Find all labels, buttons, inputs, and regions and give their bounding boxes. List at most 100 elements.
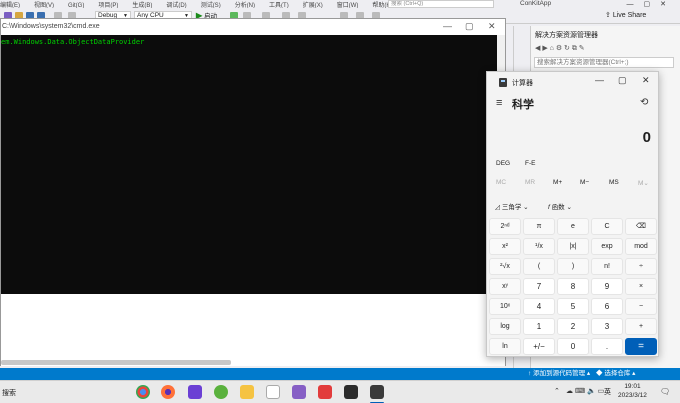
e-button[interactable]: e — [557, 218, 589, 235]
angle-unit-button[interactable]: DEG — [496, 160, 510, 167]
log-button[interactable]: log — [489, 318, 521, 335]
trig-label: 三角学 — [501, 204, 522, 211]
vs-search-input[interactable]: 搜索 (Ctrl+Q) — [388, 0, 494, 8]
abs-button[interactable]: |x| — [557, 238, 589, 255]
digit-9-button[interactable]: 9 — [591, 278, 623, 295]
memory-button[interactable]: M− — [580, 179, 589, 186]
reciprocal-button[interactable]: ¹/x — [523, 238, 555, 255]
minus-button[interactable]: − — [625, 298, 657, 315]
triangle-icon: ◿ — [495, 204, 500, 211]
digit-7-button[interactable]: 7 — [523, 278, 555, 295]
clock[interactable]: 19:01 2023/3/12 — [618, 382, 647, 400]
memory-button: MC — [496, 179, 507, 186]
solution-explorer-toolbar[interactable]: ◀ ▶ ⌂ ⚙ ↻ ⧉ ✎ — [535, 44, 585, 53]
decimal-button[interactable]: . — [591, 338, 623, 355]
live-share-label: Live Share — [612, 12, 647, 19]
close-icon[interactable]: ✕ — [642, 75, 650, 86]
solution-explorer-search[interactable]: 搜索解决方案资源管理器(Ctrl+;) — [534, 57, 674, 68]
ten-power-button[interactable]: 10ˣ — [489, 298, 521, 315]
app-icon[interactable] — [214, 385, 228, 399]
cmd-console[interactable]: em.Windows.Data.ObjectDataProvider — [1, 35, 505, 294]
cmd-horizontal-scrollbar[interactable] — [1, 360, 231, 365]
divide-button[interactable]: ÷ — [625, 258, 657, 275]
negate-button[interactable]: +/− — [523, 338, 555, 355]
close-icon[interactable]: ✕ — [488, 21, 496, 32]
live-share-icon: ⇪ — [605, 12, 611, 19]
cmd-titlebar[interactable]: C:\Windows\system32\cmd.exe — ▢ ✕ — [1, 19, 505, 35]
visual-studio-icon[interactable] — [292, 385, 306, 399]
calc-mode-title: 科学 — [512, 99, 534, 111]
calculator-window: 计算器 — ▢ ✕ ≡ 科学 ⟲ 0 DEG F-E MC MR M+ M− MS M⌄ … — [486, 71, 659, 357]
plus-button[interactable]: + — [625, 318, 657, 335]
vs-solution-name: ConKitApp — [520, 0, 552, 7]
calc-titlebar[interactable]: 计算器 — ▢ ✕ — [487, 72, 658, 92]
minimize-icon[interactable]: — — [595, 75, 604, 85]
maximize-icon[interactable]: ▢ — [465, 21, 474, 32]
digit-0-button[interactable]: 0 — [557, 338, 589, 355]
memory-button: M⌄ — [638, 180, 649, 187]
trigonometry-dropdown[interactable]: ◿ 三角学 ⌄ — [495, 201, 529, 211]
calculator-app-icon — [499, 78, 507, 87]
digit-4-button[interactable]: 4 — [523, 298, 555, 315]
chrome-icon[interactable] — [136, 385, 150, 399]
digit-8-button[interactable]: 8 — [557, 278, 589, 295]
function-icon: f — [548, 204, 550, 211]
app-icon[interactable] — [188, 385, 202, 399]
clear-button[interactable]: C — [591, 218, 623, 235]
file-explorer-icon[interactable] — [240, 385, 254, 399]
digit-6-button[interactable]: 6 — [591, 298, 623, 315]
cmd-window: C:\Windows\system32\cmd.exe — ▢ ✕ em.Win… — [0, 18, 506, 366]
maximize-icon[interactable]: ▢ — [618, 75, 627, 86]
tray-icons[interactable]: ☁ ⌨ 🔈 ▭ — [566, 387, 604, 395]
digit-5-button[interactable]: 5 — [557, 298, 589, 315]
solution-explorer-title: 解决方案资源管理器 — [535, 32, 598, 39]
tray-overflow-icon[interactable]: ⌃ — [554, 387, 560, 395]
cmd-lower-area — [1, 294, 505, 366]
ime-indicator[interactable]: 英 — [604, 387, 611, 397]
select-repo-button[interactable]: ◆ 选择仓库 ▴ — [596, 368, 635, 380]
fe-toggle-button[interactable]: F-E — [525, 160, 535, 167]
vs-menubar: 编辑(E) 视图(V) Git(G) 项目(P) 生成(B) 调试(D) 测试(S) 分析(N… — [0, 0, 680, 8]
terminal-icon[interactable] — [344, 385, 358, 399]
factorial-button[interactable]: n! — [591, 258, 623, 275]
digit-1-button[interactable]: 1 — [523, 318, 555, 335]
select-repo-label: 选择仓库 — [604, 370, 631, 377]
calc-display: 0 — [642, 129, 651, 146]
exp-button[interactable]: exp — [591, 238, 623, 255]
close-paren-button[interactable]: ) — [557, 258, 589, 275]
clock-time: 19:01 — [624, 383, 641, 390]
taskbar-search[interactable]: 搜索 — [2, 388, 16, 398]
minimize-icon[interactable]: — — [443, 21, 452, 31]
open-paren-button[interactable]: ( — [523, 258, 555, 275]
backspace-button[interactable]: ⌫ — [625, 218, 657, 235]
firefox-icon[interactable] — [161, 385, 175, 399]
equals-button[interactable]: = — [625, 338, 657, 355]
square-button[interactable]: x² — [489, 238, 521, 255]
function-dropdown[interactable]: f 函数 ⌄ — [548, 201, 572, 211]
sqrt-button[interactable]: ²√x — [489, 258, 521, 275]
source-control-button[interactable]: ↑ 添加到源代码管理 ▴ — [528, 368, 590, 380]
calc-title: 计算器 — [512, 80, 533, 87]
live-share-button[interactable]: ⇪ Live Share — [605, 11, 646, 19]
vs-window-controls[interactable]: —▢✕ — [627, 0, 676, 8]
digit-3-button[interactable]: 3 — [591, 318, 623, 335]
second-button[interactable]: 2ⁿᵈ — [489, 218, 521, 235]
hamburger-menu-icon[interactable]: ≡ — [496, 97, 502, 109]
ln-button[interactable]: ln — [489, 338, 521, 355]
memory-button[interactable]: MS — [609, 179, 619, 186]
multiply-button[interactable]: × — [625, 278, 657, 295]
typora-icon[interactable] — [266, 385, 280, 399]
cmd-title: C:\Windows\system32\cmd.exe — [2, 23, 100, 30]
pdf-reader-icon[interactable] — [318, 385, 332, 399]
power-button[interactable]: xʸ — [489, 278, 521, 295]
mod-button[interactable]: mod — [625, 238, 657, 255]
notification-icon[interactable]: 🗨 — [660, 387, 670, 396]
calculator-taskbar-icon[interactable] — [370, 385, 384, 399]
history-icon[interactable]: ⟲ — [640, 97, 648, 108]
memory-button[interactable]: M+ — [553, 179, 562, 186]
source-control-label: 添加到源代码管理 — [533, 370, 586, 377]
clock-date: 2023/3/12 — [618, 392, 647, 399]
digit-2-button[interactable]: 2 — [557, 318, 589, 335]
vs-status-bar: ↑ 添加到源代码管理 ▴ ◆ 选择仓库 ▴ — [0, 368, 680, 380]
pi-button[interactable]: π — [523, 218, 555, 235]
